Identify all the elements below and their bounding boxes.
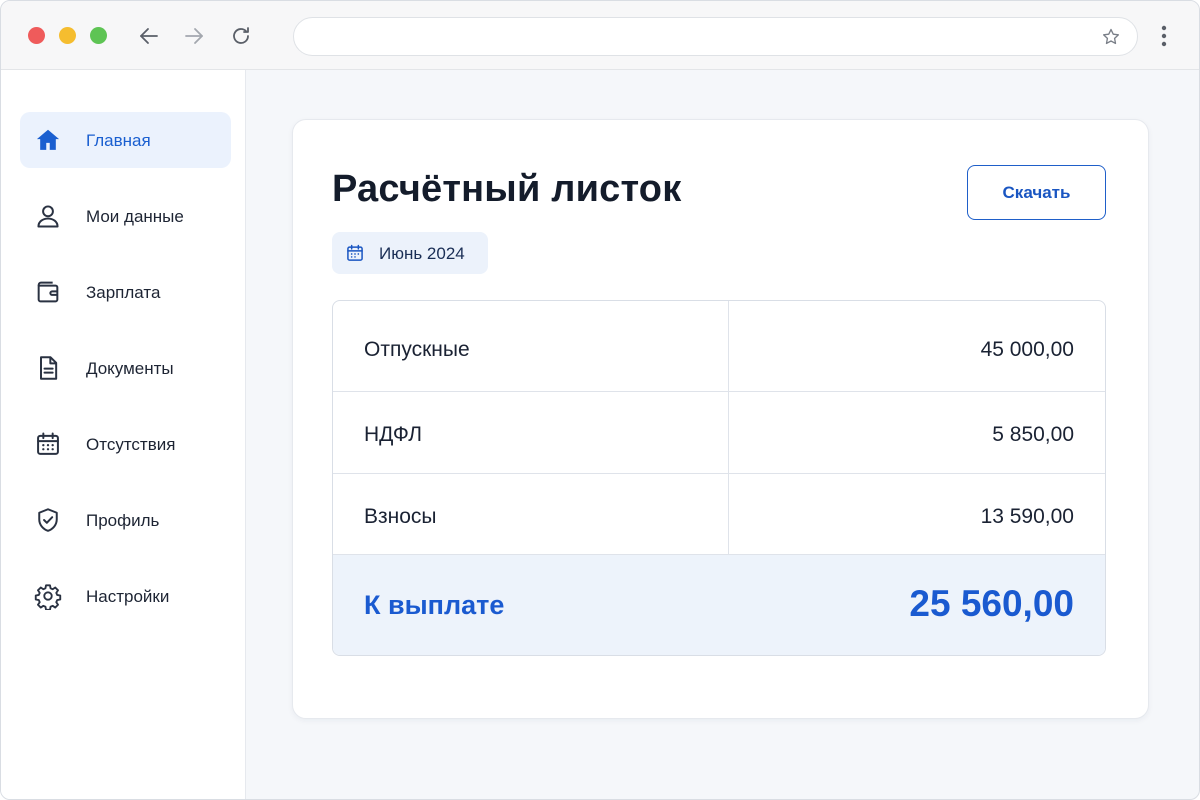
- arrow-right-icon: [185, 28, 203, 44]
- browser-window: Главная Мои данные Зарплата Документы От: [0, 0, 1200, 800]
- table-row: Отпускные 45 000,00: [333, 301, 1105, 392]
- calendar-icon: [34, 430, 62, 458]
- table-row: Взносы 13 590,00: [333, 474, 1105, 555]
- sidebar-item-label: Отсутствия: [86, 435, 176, 454]
- home-icon: [34, 126, 62, 154]
- minimize-window-button[interactable]: [59, 27, 76, 44]
- total-label: К выплате: [364, 590, 505, 620]
- wallet-icon: [34, 278, 62, 306]
- address-bar[interactable]: [293, 17, 1138, 56]
- column-divider: [728, 474, 729, 554]
- sidebar-item-label: Документы: [86, 359, 174, 378]
- sidebar-item-label: Настройки: [86, 587, 170, 606]
- column-divider: [728, 301, 729, 391]
- column-divider: [728, 392, 729, 473]
- payslip-table: Отпускные 45 000,00 НДФЛ 5 850,00 Взносы…: [332, 300, 1106, 656]
- user-icon: [34, 202, 62, 230]
- calendar-icon: [347, 244, 363, 261]
- url-input[interactable]: [312, 18, 1072, 55]
- sidebar-item-label: Зарплата: [86, 283, 161, 302]
- back-button[interactable]: [134, 21, 164, 51]
- sidebar-item-salary[interactable]: Зарплата: [20, 264, 231, 320]
- sidebar-item-profile[interactable]: Профиль: [20, 492, 231, 548]
- download-button[interactable]: Скачать: [967, 165, 1106, 220]
- row-label: НДФЛ: [364, 423, 422, 446]
- gear-icon: [34, 582, 62, 610]
- sidebar-item-label: Профиль: [86, 511, 160, 530]
- star-icon[interactable]: [1101, 27, 1121, 47]
- table-row: НДФЛ 5 850,00: [333, 392, 1105, 474]
- sidebar-item-home[interactable]: Главная: [20, 112, 231, 168]
- arrow-left-icon: [140, 28, 158, 44]
- row-label: Отпускные: [364, 338, 470, 361]
- period-label: Июнь 2024: [379, 244, 465, 263]
- close-window-button[interactable]: [28, 27, 45, 44]
- row-value: 13 590,00: [980, 505, 1074, 528]
- period-selector[interactable]: Июнь 2024: [332, 232, 488, 274]
- sidebar-item-label: Мои данные: [86, 207, 184, 226]
- sidebar: Главная Мои данные Зарплата Документы От: [1, 70, 246, 799]
- payslip-card: Расчётный листок Скачать Июнь 2024 Отпус…: [292, 119, 1149, 719]
- reload-icon: [233, 27, 249, 44]
- sidebar-item-absences[interactable]: Отсутствия: [20, 416, 231, 472]
- document-icon: [34, 354, 62, 382]
- page-title: Расчётный листок: [332, 168, 682, 210]
- row-value: 45 000,00: [980, 338, 1074, 361]
- shield-check-icon: [34, 506, 62, 534]
- maximize-window-button[interactable]: [90, 27, 107, 44]
- reload-button[interactable]: [226, 21, 256, 51]
- row-label: Взносы: [364, 505, 437, 528]
- row-value: 5 850,00: [992, 423, 1074, 446]
- sidebar-item-my-data[interactable]: Мои данные: [20, 188, 231, 244]
- sidebar-item-settings[interactable]: Настройки: [20, 568, 231, 624]
- sidebar-item-documents[interactable]: Документы: [20, 340, 231, 396]
- forward-button[interactable]: [179, 21, 209, 51]
- total-row: К выплате 25 560,00: [333, 555, 1105, 655]
- browser-toolbar: [1, 1, 1199, 70]
- sidebar-item-label: Главная: [86, 131, 151, 150]
- kebab-menu-icon[interactable]: [1154, 24, 1174, 48]
- total-value: 25 560,00: [909, 583, 1074, 624]
